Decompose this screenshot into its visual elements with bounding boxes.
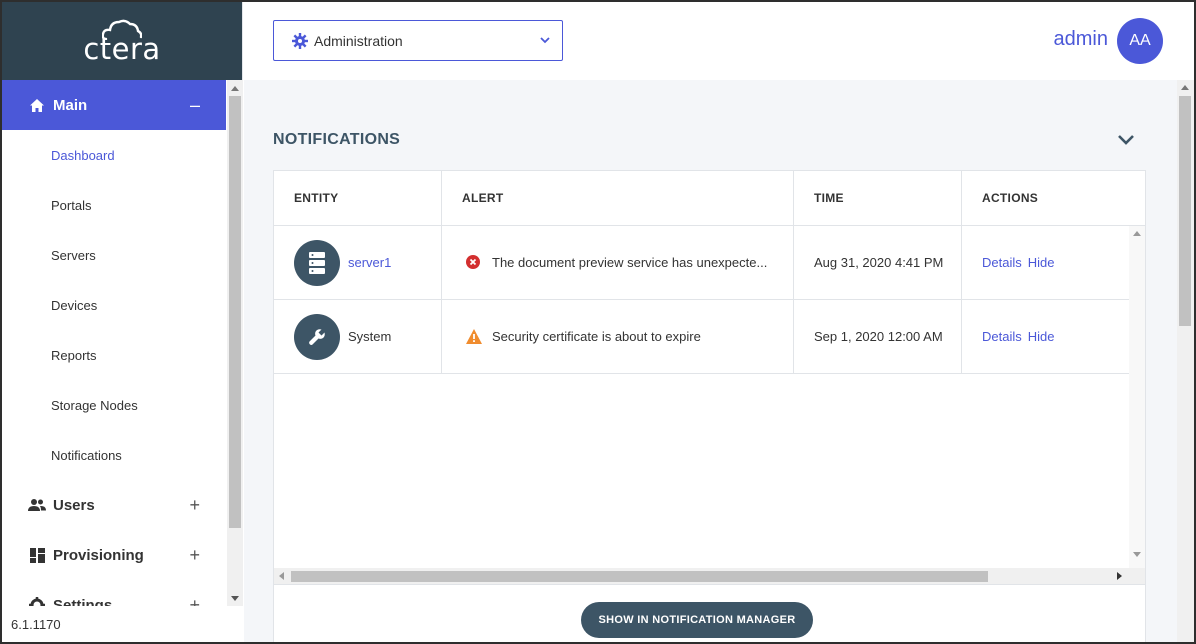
wrench-icon	[294, 313, 340, 360]
entity-cell: System	[274, 300, 442, 373]
server-icon	[294, 239, 340, 286]
settings-icon	[28, 596, 46, 606]
actions-cell: Details Hide	[962, 300, 1128, 373]
chevron-down-icon[interactable]	[1116, 132, 1136, 153]
sidebar-group-main[interactable]: Main –	[2, 80, 226, 130]
users-icon	[28, 496, 46, 514]
sidebar-item-portals[interactable]: Portals	[2, 180, 226, 230]
actions-cell: Details Hide	[962, 226, 1128, 299]
scroll-up-arrow-icon[interactable]	[1181, 85, 1189, 90]
table-row[interactable]: System Security certificate is about to …	[274, 300, 1129, 374]
expand-toggle[interactable]: +	[189, 596, 200, 606]
scrollbar-thumb[interactable]	[291, 571, 988, 582]
main-content: NOTIFICATIONS ENTITY ALERT TIME ACTIONS …	[244, 80, 1177, 642]
logo-text: ctera	[83, 32, 161, 66]
entity-cell: server1	[274, 226, 442, 299]
table-vertical-scrollbar[interactable]	[1129, 226, 1145, 569]
details-link[interactable]: Details	[982, 329, 1022, 344]
context-select-value: Administration	[314, 32, 403, 49]
alert-cell: The document preview service has unexpec…	[442, 226, 794, 299]
time-cell: Aug 31, 2020 4:41 PM	[814, 255, 944, 270]
column-header-entity[interactable]: ENTITY	[274, 171, 442, 225]
time-cell: Sep 1, 2020 12:00 AM	[814, 329, 943, 344]
notifications-table: ENTITY ALERT TIME ACTIONS server1 The do…	[273, 170, 1146, 642]
context-select[interactable]: Administration	[273, 20, 563, 61]
sidebar-item-reports[interactable]: Reports	[2, 330, 226, 380]
sidebar-group-label: Main	[53, 96, 88, 114]
scroll-up-arrow-icon[interactable]	[1133, 231, 1141, 236]
scroll-down-arrow-icon[interactable]	[227, 590, 243, 606]
table-body: server1 The document preview service has…	[274, 226, 1145, 585]
chevron-down-icon	[538, 33, 552, 50]
logo-bar: ctera	[2, 2, 242, 80]
ctera-logo[interactable]: ctera	[80, 18, 164, 64]
error-icon	[466, 254, 482, 271]
scroll-up-arrow-icon[interactable]	[227, 80, 243, 96]
column-header-time[interactable]: TIME	[794, 171, 962, 225]
warning-icon	[466, 328, 482, 345]
scroll-down-arrow-icon[interactable]	[1133, 552, 1141, 557]
main-scrollbar[interactable]	[1177, 80, 1194, 642]
sidebar-item-notifications[interactable]: Notifications	[2, 430, 226, 480]
table-header: ENTITY ALERT TIME ACTIONS	[274, 171, 1145, 226]
sidebar-nav: Main – Dashboard Portals Servers Devices…	[2, 80, 226, 606]
sidebar-scrollbar[interactable]	[227, 80, 243, 606]
sidebar-group-label: Settings	[53, 596, 113, 607]
hide-link[interactable]: Hide	[1028, 329, 1055, 344]
scroll-left-arrow-icon[interactable]	[279, 572, 284, 580]
sidebar-item-devices[interactable]: Devices	[2, 280, 226, 330]
sidebar-group-users[interactable]: Users +	[2, 480, 226, 530]
scrollbar-thumb[interactable]	[1179, 96, 1191, 326]
section-title: NOTIFICATIONS	[273, 131, 401, 148]
provisioning-icon	[28, 546, 46, 564]
entity-link[interactable]: server1	[348, 255, 391, 270]
hide-link[interactable]: Hide	[1028, 255, 1055, 270]
sidebar-item-servers[interactable]: Servers	[2, 230, 226, 280]
sidebar-group-label: Provisioning	[53, 546, 144, 564]
entity-name: System	[348, 329, 392, 344]
details-link[interactable]: Details	[982, 255, 1022, 270]
column-header-alert[interactable]: ALERT	[442, 171, 794, 225]
sidebar-item-dashboard[interactable]: Dashboard	[2, 130, 226, 180]
sidebar-item-storage-nodes[interactable]: Storage Nodes	[2, 380, 226, 430]
expand-toggle[interactable]: +	[189, 496, 200, 514]
table-horizontal-scrollbar[interactable]	[274, 568, 1145, 585]
table-footer: SHOW IN NOTIFICATION MANAGER	[274, 584, 1145, 642]
column-header-actions[interactable]: ACTIONS	[962, 171, 1145, 225]
collapse-toggle[interactable]: –	[190, 96, 200, 114]
alert-cell: Security certificate is about to expire	[442, 300, 794, 373]
sidebar: ctera Main – Dashboard Portals Servers D…	[2, 2, 243, 642]
gear-icon	[292, 32, 308, 49]
avatar[interactable]: AA	[1117, 18, 1163, 64]
version-label: 6.1.1170	[2, 606, 243, 642]
table-row[interactable]: server1 The document preview service has…	[274, 226, 1129, 300]
sidebar-group-label: Users	[53, 496, 95, 514]
scroll-right-arrow-icon[interactable]	[1117, 572, 1122, 580]
expand-toggle[interactable]: +	[189, 546, 200, 564]
show-in-notification-manager-button[interactable]: SHOW IN NOTIFICATION MANAGER	[581, 602, 813, 638]
user-name[interactable]: admin	[1054, 28, 1108, 51]
scrollbar-thumb[interactable]	[229, 96, 241, 528]
alert-text: Security certificate is about to expire	[492, 329, 701, 344]
sidebar-group-settings[interactable]: Settings +	[2, 580, 226, 606]
top-header: Administration admin AA	[244, 2, 1194, 80]
home-icon	[28, 96, 46, 114]
sidebar-group-provisioning[interactable]: Provisioning +	[2, 530, 226, 580]
alert-text: The document preview service has unexpec…	[492, 255, 768, 270]
